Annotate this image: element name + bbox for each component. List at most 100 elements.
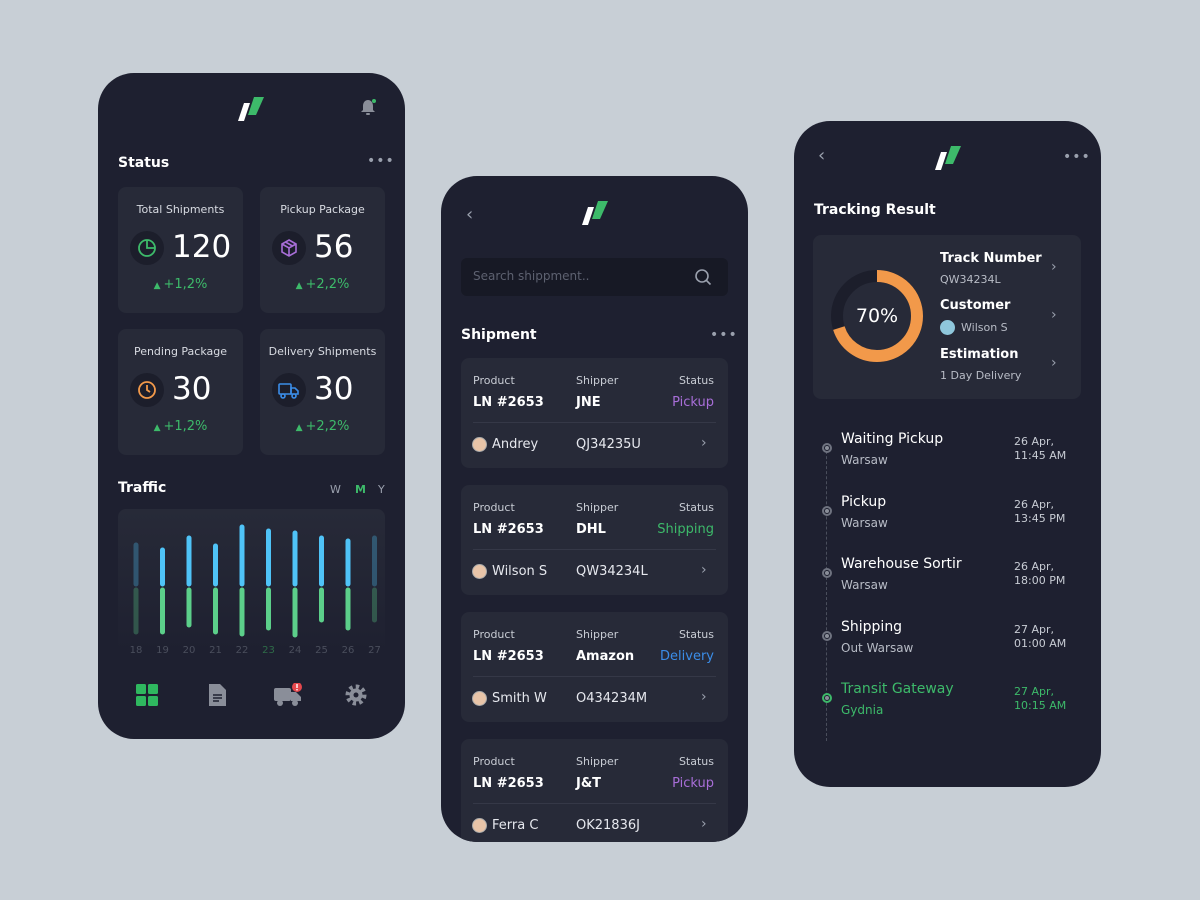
customer-name: Ferra C [492,818,539,833]
period-w[interactable]: W [330,483,341,496]
timeline-time: 26 Apr, 11:45 AM [1014,435,1066,463]
estimation-chevron[interactable]: › [1051,355,1057,371]
shipment-card[interactable]: Product Shipper Status LN #2653 J&T Pick… [461,739,728,842]
up-arrow-icon: ▲ [153,281,164,291]
progress-label: 70% [855,305,899,327]
product-value: LN #2653 [473,776,544,791]
timeline-date: 26 Apr, [1014,497,1055,511]
product-value: LN #2653 [473,395,544,410]
status-label: Status [678,374,714,387]
traffic-chart: 18 19 20 21 22 23 24 25 26 27 [118,509,385,656]
product-label: Product [473,501,515,514]
customer-chevron[interactable]: › [1051,307,1057,323]
x-tick-label: 24 [289,645,302,655]
timeline-hour: 11:45 AM [1014,449,1067,462]
tracking-code: QW34234L [576,564,648,579]
divider [473,676,716,677]
tracking-screen: ‹ ••• Tracking Result 70% Track Number Q… [794,121,1101,787]
timeline-dot [822,443,832,453]
avatar [472,437,487,452]
chevron-right-icon[interactable]: › [701,816,707,832]
shipper-label: Shipper [576,628,619,641]
customer-name: Wilson S [492,564,548,579]
timeline-hour: 13:45 PM [1014,511,1066,525]
stat-change-value: +1,2% [163,277,208,292]
timeline-hour: 18:00 PM [1014,574,1066,587]
up-arrow-icon: ▲ [295,423,306,433]
status-label: Status [678,755,714,768]
avatar [472,691,487,706]
traffic-chart-svg: 18 19 20 21 22 23 24 25 26 27 [130,524,381,656]
dashboard-screen: Status ••• Total Shipments 120 ▲ +1,2% P… [98,73,405,739]
shipper-label: Shipper [576,501,619,514]
x-tick-label: 27 [368,645,381,655]
shipment-card[interactable]: Product Shipper Status LN #2653 DHL Ship… [461,485,728,595]
customer-label: Customer [940,298,1011,313]
traffic-title: Traffic [118,480,167,496]
timeline-place: Gydnia [841,703,884,717]
stat-title: Pickup Package [280,203,365,216]
document-icon[interactable] [205,683,229,707]
stat-value: 120 [172,229,232,265]
stat-value: 30 [172,371,212,407]
stat-card-pending-package[interactable]: Pending Package 30 ▲ +1,2% [118,329,243,455]
chevron-right-icon[interactable]: › [701,562,707,578]
timeline-date: 26 Apr, [1014,435,1055,448]
timeline-title: Waiting Pickup [841,431,944,447]
customer-value: Wilson S [961,321,1008,334]
stat-card-delivery-shipments[interactable]: Delivery Shipments 30 ▲ +2,2% [260,329,385,455]
stat-value: 30 [314,371,354,407]
status-badge: Pickup [672,395,714,410]
timeline-date: 27 Apr, [1014,622,1055,636]
estimation-value: 1 Day Delivery [940,369,1022,382]
stat-title: Delivery Shipments [268,345,377,358]
status-badge: Delivery [660,649,714,664]
stat-change-value: +2,2% [305,277,350,292]
more-icon[interactable]: ••• [367,153,395,169]
timeline-hour: 01:00 AM [1014,636,1067,650]
back-icon[interactable]: ‹ [466,204,473,225]
clock-icon [130,373,164,407]
gear-icon[interactable] [344,683,368,707]
timeline-date: 26 Apr, [1014,560,1055,573]
stat-card-pickup-package[interactable]: Pickup Package 56 ▲ +2,2% [260,187,385,313]
customer-name: Andrey [492,437,539,452]
shipper-value: JNE [576,395,601,410]
stat-card-total-shipments[interactable]: Total Shipments 120 ▲ +1,2% [118,187,243,313]
stat-change: ▲ +2,2% [260,277,385,292]
stat-title: Pending Package [133,345,228,358]
period-m[interactable]: M [355,483,366,496]
avatar [472,564,487,579]
truck-icon [272,373,306,407]
stat-change: ▲ +2,2% [260,419,385,434]
timeline-hour: 10:15 AM [1014,699,1067,712]
chevron-right-icon[interactable]: › [701,435,707,451]
status-label: Status [678,501,714,514]
timeline-title: Transit Gateway [841,681,954,697]
tracking-code: OK21836J [576,818,640,833]
track-number-value: QW34234L [940,273,1001,286]
chevron-right-icon[interactable]: › [701,689,707,705]
more-icon[interactable]: ••• [710,327,738,343]
search-input[interactable]: Search shippment.. [461,258,728,296]
avatar [472,818,487,833]
period-y[interactable]: Y [378,483,385,496]
timeline-place: Warsaw [841,453,888,467]
more-icon[interactable]: ••• [1063,149,1091,165]
search-icon[interactable] [694,268,712,286]
timeline-title: Warehouse Sortir [841,556,962,572]
logo-icon [935,146,961,170]
track-number-chevron[interactable]: › [1051,259,1057,275]
tracking-summary-card: 70% Track Number QW34234L › Customer Wil… [813,235,1081,399]
truck-icon[interactable] [274,683,302,707]
grid-icon[interactable] [135,683,159,707]
x-tick-label: 21 [209,645,222,655]
divider [473,803,716,804]
shipment-card[interactable]: Product Shipper Status LN #2653 JNE Pick… [461,358,728,468]
bell-icon[interactable] [360,99,376,117]
shipment-title: Shipment [461,327,537,343]
stat-change-value: +2,2% [305,419,350,434]
shipment-card[interactable]: Product Shipper Status LN #2653 Amazon D… [461,612,728,722]
back-icon[interactable]: ‹ [818,145,825,166]
x-tick-label: 25 [315,645,328,655]
